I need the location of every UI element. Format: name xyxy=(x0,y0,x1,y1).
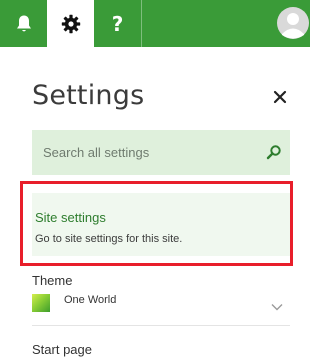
close-icon[interactable] xyxy=(273,90,287,104)
search-placeholder: Search all settings xyxy=(43,145,150,160)
chevron-down-icon[interactable] xyxy=(271,303,283,311)
user-avatar-icon[interactable] xyxy=(276,6,310,40)
site-settings-title[interactable]: Site settings xyxy=(35,210,106,225)
help-button[interactable]: ? xyxy=(94,0,141,47)
theme-label: Theme xyxy=(32,273,73,288)
gear-icon xyxy=(61,14,80,33)
theme-selected-value[interactable]: One World xyxy=(64,294,116,306)
settings-button[interactable] xyxy=(47,0,94,47)
start-page-label: Start page xyxy=(32,342,92,357)
top-suite-bar: ? xyxy=(0,0,310,47)
theme-swatch[interactable] xyxy=(32,294,50,312)
theme-divider xyxy=(32,325,290,326)
search-input[interactable]: Search all settings xyxy=(32,130,290,175)
page-title: Settings xyxy=(32,80,145,111)
notifications-button[interactable] xyxy=(0,0,47,47)
site-settings-description: Go to site settings for this site. xyxy=(35,233,183,245)
search-icon[interactable] xyxy=(266,144,282,160)
bell-icon xyxy=(16,15,31,31)
topbar-divider xyxy=(141,0,142,47)
site-settings-link[interactable]: Site settings Go to site settings for th… xyxy=(32,193,290,256)
site-settings-highlight: Site settings Go to site settings for th… xyxy=(20,181,293,266)
help-icon: ? xyxy=(111,11,124,36)
